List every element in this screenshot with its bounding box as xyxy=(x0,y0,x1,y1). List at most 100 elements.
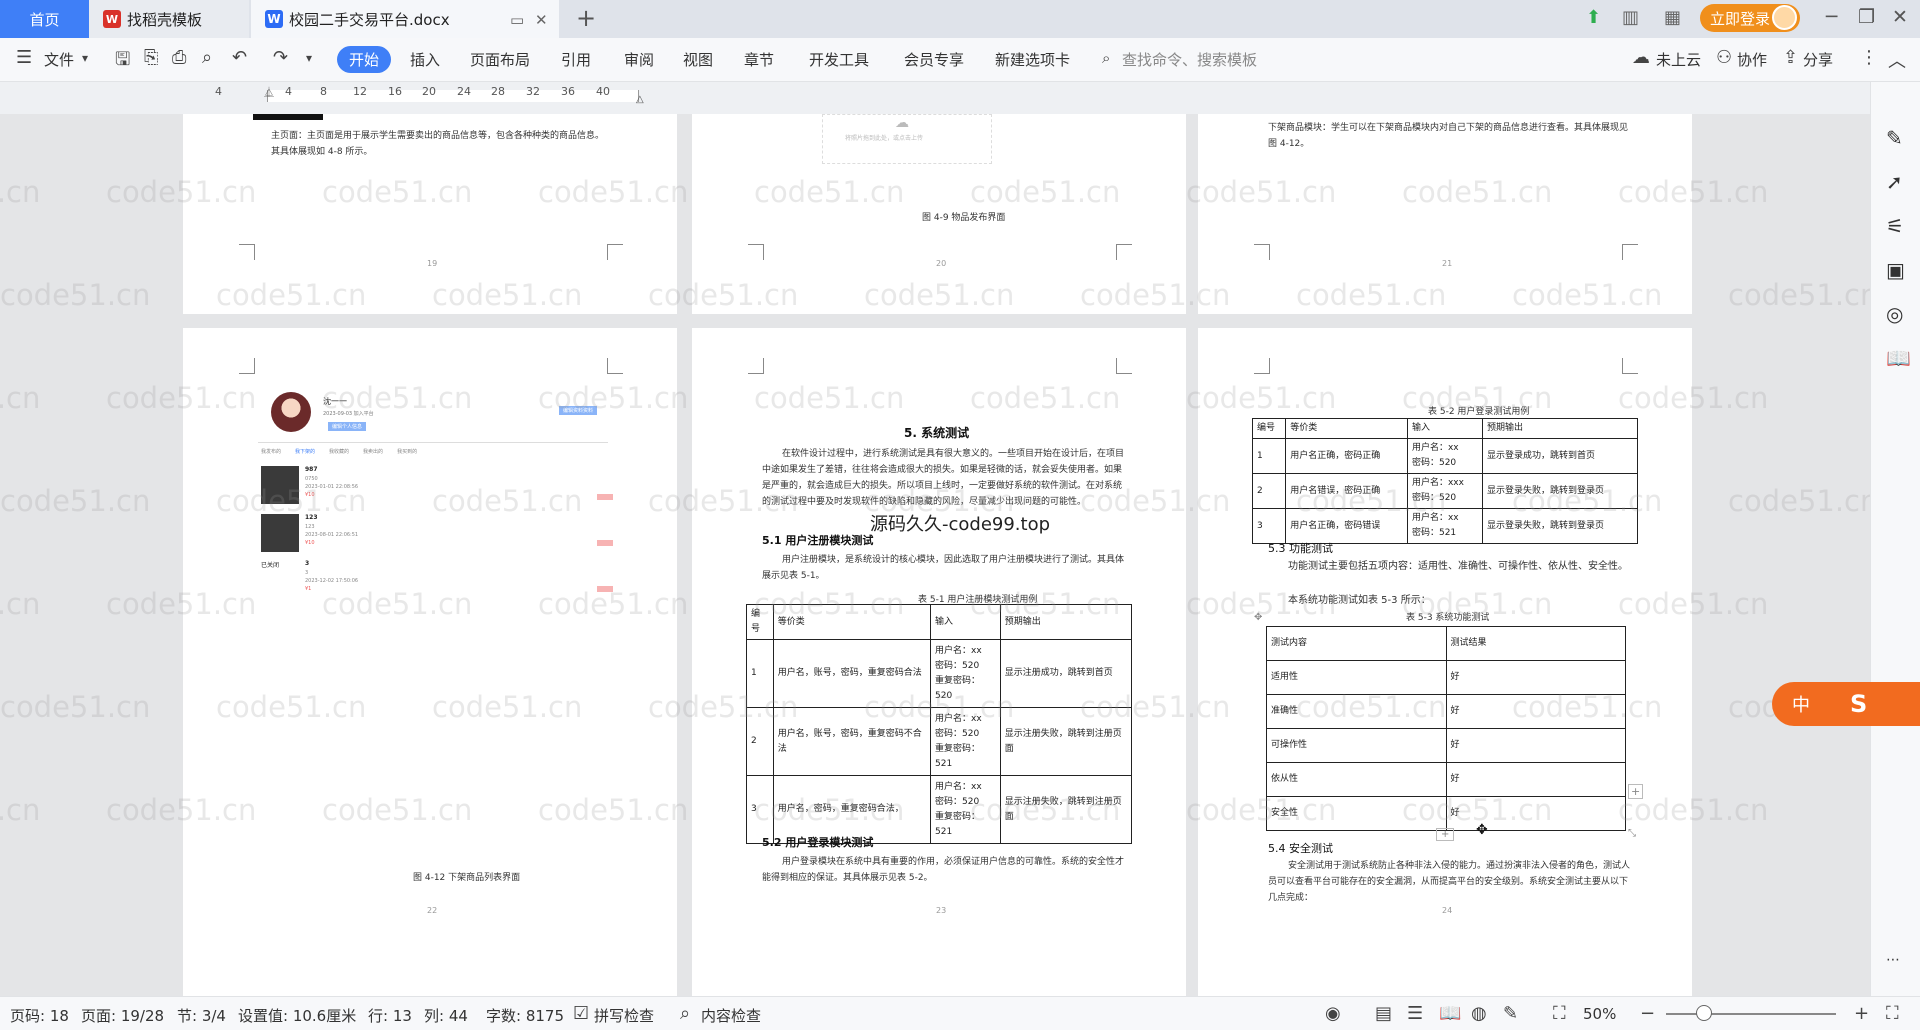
page-24[interactable]: 表 5-2 用户登录测试用例 编号 等价类 输入 预期输出 1 用户名正确，密码正确 用户… xyxy=(1198,328,1692,996)
function-test-table[interactable]: 测试内容 测试结果 适用性好 准确性好 可操作性好 依从性好 安全性好 xyxy=(1266,626,1626,831)
status-page-code[interactable]: 页码: 18 xyxy=(10,1005,69,1026)
page-view-icon[interactable]: ▤ xyxy=(1375,1003,1392,1024)
page-21[interactable]: 下架商品模块：学生可以在下架商品模块内对自己下架的商品信息进行查看。其具体展现见… xyxy=(1198,114,1692,314)
table-cell: 3 xyxy=(1251,508,1287,544)
watermark-text: code51.cn xyxy=(0,690,151,724)
collab-button[interactable]: 协作 xyxy=(1737,49,1767,70)
page-22[interactable]: 沈一一 2023-09-03 加入平台 编辑个人信息 编辑资料资料 我发布的 我… xyxy=(183,328,677,996)
compass-icon[interactable]: ◎ xyxy=(1886,302,1903,326)
ribbon-tab-new[interactable]: 新建选项卡 xyxy=(995,49,1070,70)
zoom-level[interactable]: 50% xyxy=(1583,1005,1616,1023)
new-tab-button[interactable]: + xyxy=(576,4,596,32)
add-column-icon[interactable]: + xyxy=(1628,784,1644,799)
web-view-icon[interactable]: ◍ xyxy=(1471,1003,1487,1024)
menu-icon[interactable]: ☰ xyxy=(16,47,32,68)
page-20[interactable]: ☁ 将照片拖到此处，或点击上传 图 4-9 物品发布界面 20 xyxy=(692,114,1186,314)
table-cell: 依从性 xyxy=(1266,762,1447,797)
status-page[interactable]: 页面: 19/28 xyxy=(81,1005,164,1026)
undo-icon[interactable]: ↶ xyxy=(232,47,247,68)
profile-edit-button: 编辑个人信息 xyxy=(328,422,367,431)
status-col[interactable]: 列: 44 xyxy=(424,1005,468,1026)
status-row[interactable]: 行: 13 xyxy=(368,1005,412,1026)
ribbon-tab-layout[interactable]: 页面布局 xyxy=(470,49,530,70)
settings-sliders-icon[interactable]: ⚟ xyxy=(1886,214,1904,238)
page-23[interactable]: 5. 系统测试 在软件设计过程中，进行系统测试是具有很大意义的。一些项目开始在设… xyxy=(692,328,1186,996)
floating-assistant-button[interactable]: 中S xyxy=(1772,682,1920,726)
ribbon-tab-member[interactable]: 会员专享 xyxy=(904,49,964,70)
profile-avatar xyxy=(271,392,311,432)
indent-marker-icon[interactable]: ⏅ xyxy=(264,84,274,99)
crop-mark xyxy=(239,244,255,260)
right-indent-marker-icon[interactable]: △ xyxy=(636,94,644,105)
tab-home[interactable]: 首页 xyxy=(0,0,89,38)
status-section[interactable]: 节: 3/4 xyxy=(177,1005,226,1026)
command-search-input[interactable]: 查找命令、搜索模板 xyxy=(1122,49,1257,70)
ribbon-tab-chapter[interactable]: 章节 xyxy=(744,49,774,70)
table-cell: 好 xyxy=(1445,660,1626,695)
more-quick-icon[interactable]: ▾ xyxy=(306,51,312,65)
cloud-status[interactable]: 未上云 xyxy=(1656,49,1701,70)
export-pdf-icon[interactable]: ⎘ xyxy=(144,47,158,68)
file-menu[interactable]: 文件 xyxy=(44,49,74,70)
collapse-ribbon-icon[interactable]: ︿ xyxy=(1888,47,1906,73)
fullscreen-icon[interactable]: ⛶ xyxy=(1886,1003,1899,1024)
item-sub: 123 xyxy=(305,524,315,530)
zoom-slider-handle[interactable] xyxy=(1696,1005,1712,1021)
more-dots-icon[interactable]: ⋯ xyxy=(1886,952,1900,968)
ribbon-tab-review[interactable]: 审阅 xyxy=(624,49,654,70)
close-window-icon[interactable]: ✕ xyxy=(1892,6,1908,28)
ribbon-tab-developer[interactable]: 开发工具 xyxy=(809,49,869,70)
ribbon-tab-home[interactable]: 开始 xyxy=(337,46,391,73)
fit-page-icon[interactable]: ⛶ xyxy=(1553,1003,1566,1024)
table-move-handle-icon[interactable]: ✥ xyxy=(1254,612,1262,623)
watermark-text: code51.cn xyxy=(1728,484,1870,518)
status-word-count[interactable]: 字数: 8175 xyxy=(486,1005,564,1026)
zoom-slider-track[interactable] xyxy=(1666,1013,1836,1015)
zoom-in-icon[interactable]: + xyxy=(1854,1003,1869,1024)
table-row: 可操作性好 xyxy=(1266,728,1626,763)
document-canvas[interactable]: 主页面：主页面是用于展示学生需要卖出的商品信息等，包含各种种类的商品信息。其具体… xyxy=(0,114,1870,996)
image-tool-icon[interactable]: ▣ xyxy=(1886,258,1905,282)
minimize-icon[interactable]: ─ xyxy=(1826,6,1837,28)
chevron-down-icon[interactable]: ▾ xyxy=(82,51,88,65)
save-icon[interactable]: 🖫 xyxy=(115,47,130,77)
tab-pin-icon[interactable]: ▭ xyxy=(510,11,524,29)
spell-check-button[interactable]: 拼写检查 xyxy=(594,1005,654,1026)
book-icon[interactable]: 📖 xyxy=(1886,346,1911,370)
table-cell: 好 xyxy=(1445,694,1626,729)
pen-icon[interactable]: ✎ xyxy=(1886,126,1903,150)
ribbon-tab-view[interactable]: 视图 xyxy=(683,49,713,70)
table-header: 预期输出 xyxy=(1481,418,1639,439)
table-cell: 1 xyxy=(746,639,774,708)
layout-icon[interactable]: ▥ xyxy=(1622,7,1639,28)
restore-icon[interactable]: ❐ xyxy=(1858,6,1875,28)
login-test-table[interactable]: 编号 等价类 输入 预期输出 1 用户名正确，密码正确 用户名：xx 密码：520 显示登录… xyxy=(1251,418,1639,544)
tab-close-icon[interactable]: ✕ xyxy=(535,11,548,29)
add-row-icon[interactable]: + xyxy=(1436,828,1455,841)
zoom-out-icon[interactable]: − xyxy=(1640,1003,1655,1024)
write-mode-icon[interactable]: ✎ xyxy=(1503,1003,1518,1024)
page-19[interactable]: 主页面：主页面是用于展示学生需要卖出的商品信息等，包含各种种类的商品信息。其具体… xyxy=(183,114,677,314)
outline-view-icon[interactable]: ☰ xyxy=(1407,1003,1423,1024)
status-setting[interactable]: 设置值: 10.6厘米 xyxy=(238,1005,356,1026)
register-test-table[interactable]: 编号 等价类 输入 预期输出 1 用户名，账号，密码，重复密码合法 用户名：xx 密码：5… xyxy=(746,604,1133,844)
ruler-tick: 32 xyxy=(526,85,540,98)
upload-box: ☁ 将照片拖到此处，或点击上传 xyxy=(822,114,992,164)
apps-grid-icon[interactable]: ▦ xyxy=(1664,7,1681,28)
tab-template[interactable]: W 找稻壳模板 xyxy=(89,0,249,38)
ribbon-tab-insert[interactable]: 插入 xyxy=(410,49,440,70)
user-avatar[interactable] xyxy=(1772,5,1797,30)
update-icon[interactable]: ⬆ xyxy=(1586,7,1601,28)
content-check-button[interactable]: 内容检查 xyxy=(701,1005,761,1026)
share-button[interactable]: 分享 xyxy=(1803,49,1833,70)
more-icon[interactable]: ⋮ xyxy=(1860,47,1878,68)
print-icon[interactable]: ⎙ xyxy=(172,47,186,68)
table-resize-icon[interactable]: ⤡ xyxy=(1628,828,1636,839)
print-preview-icon[interactable]: ⌕ xyxy=(202,47,212,68)
redo-icon[interactable]: ↷ xyxy=(273,47,288,68)
select-pointer-icon[interactable]: ➚ xyxy=(1886,170,1903,194)
eye-protection-icon[interactable]: ◉ xyxy=(1325,1003,1341,1024)
reading-view-icon[interactable]: 📖 xyxy=(1439,1003,1461,1024)
horizontal-ruler[interactable]: 4 4 8 12 16 20 24 28 32 36 40 ⏅ △ xyxy=(0,82,1920,114)
ribbon-tab-reference[interactable]: 引用 xyxy=(561,49,591,70)
